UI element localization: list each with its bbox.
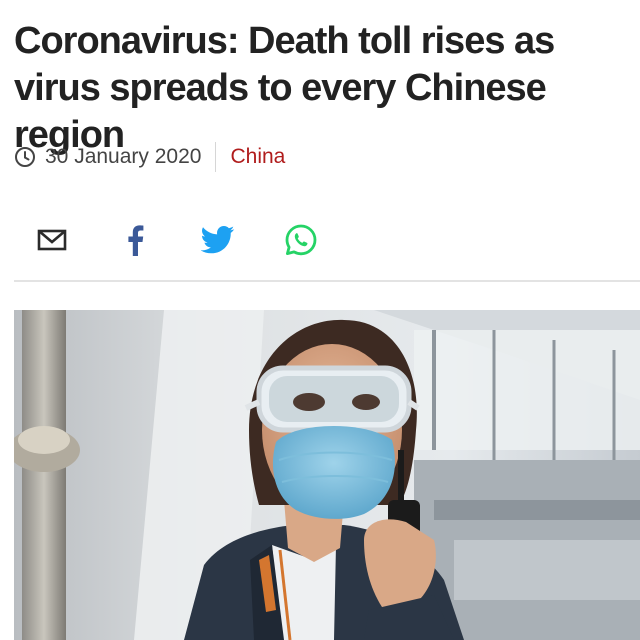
article-page: Coronavirus: Death toll rises as virus s…	[0, 0, 640, 640]
article-date: 30 January 2020	[45, 145, 202, 168]
clock-icon	[14, 146, 36, 168]
twitter-icon	[201, 226, 235, 254]
facebook-share-button[interactable]	[115, 220, 155, 260]
article-meta: 30 January 2020 China	[14, 141, 285, 173]
content-separator	[14, 280, 640, 282]
photo-illustration	[14, 310, 640, 640]
whatsapp-share-button[interactable]	[281, 220, 321, 260]
facebook-icon	[128, 225, 144, 256]
mail-icon	[37, 229, 67, 251]
whatsapp-icon	[285, 224, 317, 256]
meta-divider	[215, 142, 217, 172]
article-headline: Coronavirus: Death toll rises as virus s…	[14, 20, 555, 156]
category-link[interactable]: China	[230, 145, 285, 169]
email-share-button[interactable]	[32, 220, 72, 260]
share-bar	[0, 216, 640, 264]
article-photo	[14, 310, 640, 640]
twitter-share-button[interactable]	[198, 220, 238, 260]
